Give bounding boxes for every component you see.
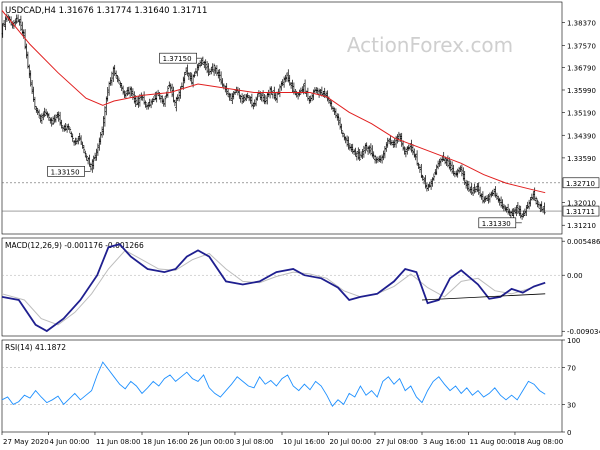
- x-tick-label: 18 Aug 08:00: [516, 438, 563, 446]
- panel-frame-1: [1, 237, 563, 337]
- rsi-y-tick-label: 30: [567, 401, 576, 409]
- chart-header: USDCAD,H4 1.31676 1.31774 1.31640 1.3171…: [5, 6, 207, 16]
- x-tick-label: 27 May 2020: [3, 438, 49, 446]
- rsi-y-tick-label: 100: [567, 337, 580, 345]
- usdcad-chart: ActionForex.com USDCAD,H4 1.31676 1.31774…: [1, 1, 600, 446]
- price-y-tick-label: 1.36790: [567, 64, 596, 72]
- x-tick-label: 10 Jul 16:00: [283, 438, 325, 446]
- watermark: ActionForex.com: [347, 33, 513, 57]
- price-y-tick-label: 1.37570: [567, 42, 596, 50]
- rsi-y-tick-label: 70: [567, 365, 576, 373]
- x-tick-label: 11 Jun 08:00: [96, 438, 140, 446]
- price-y-tick-label: 1.31210: [567, 222, 596, 230]
- panel-frame-2: [1, 339, 563, 433]
- annotation-label: 1.31330: [482, 220, 511, 228]
- x-tick-label: 20 Jul 00:00: [329, 438, 371, 446]
- price-y-tick-label: 1.34390: [567, 132, 596, 140]
- x-tick-label: 18 Jun 16:00: [143, 438, 187, 446]
- price-tag-label: 1.32710: [566, 180, 595, 188]
- x-tick-label: 3 Aug 16:00: [423, 438, 466, 446]
- price-y-tick-label: 1.35190: [567, 110, 596, 118]
- macd-y-tick-label: -0.009034: [567, 328, 600, 336]
- rsi-label: RSI(14) 41.1872: [5, 343, 66, 352]
- price-y-tick-label: 1.35990: [567, 87, 596, 95]
- x-tick-label: 4 Jun 00:00: [49, 438, 89, 446]
- price-y-tick-label: 1.33590: [567, 155, 596, 163]
- price-y-tick-label: 1.38370: [567, 20, 596, 28]
- macd-y-tick-label: 0.005486: [567, 238, 600, 246]
- x-tick-label: 11 Aug 00:00: [469, 438, 516, 446]
- rsi-y-tick-label: 0: [567, 429, 571, 437]
- annotation-label: 1.37150: [163, 55, 192, 63]
- x-tick-label: 27 Jul 08:00: [376, 438, 418, 446]
- macd-y-tick-label: 0.00: [567, 272, 583, 280]
- annotation-label: 1.33150: [51, 168, 80, 176]
- x-tick-label: 3 Jul 08:00: [236, 438, 274, 446]
- x-tick-label: 26 Jun 00:00: [189, 438, 233, 446]
- price-tag-label: 1.31711: [566, 208, 595, 216]
